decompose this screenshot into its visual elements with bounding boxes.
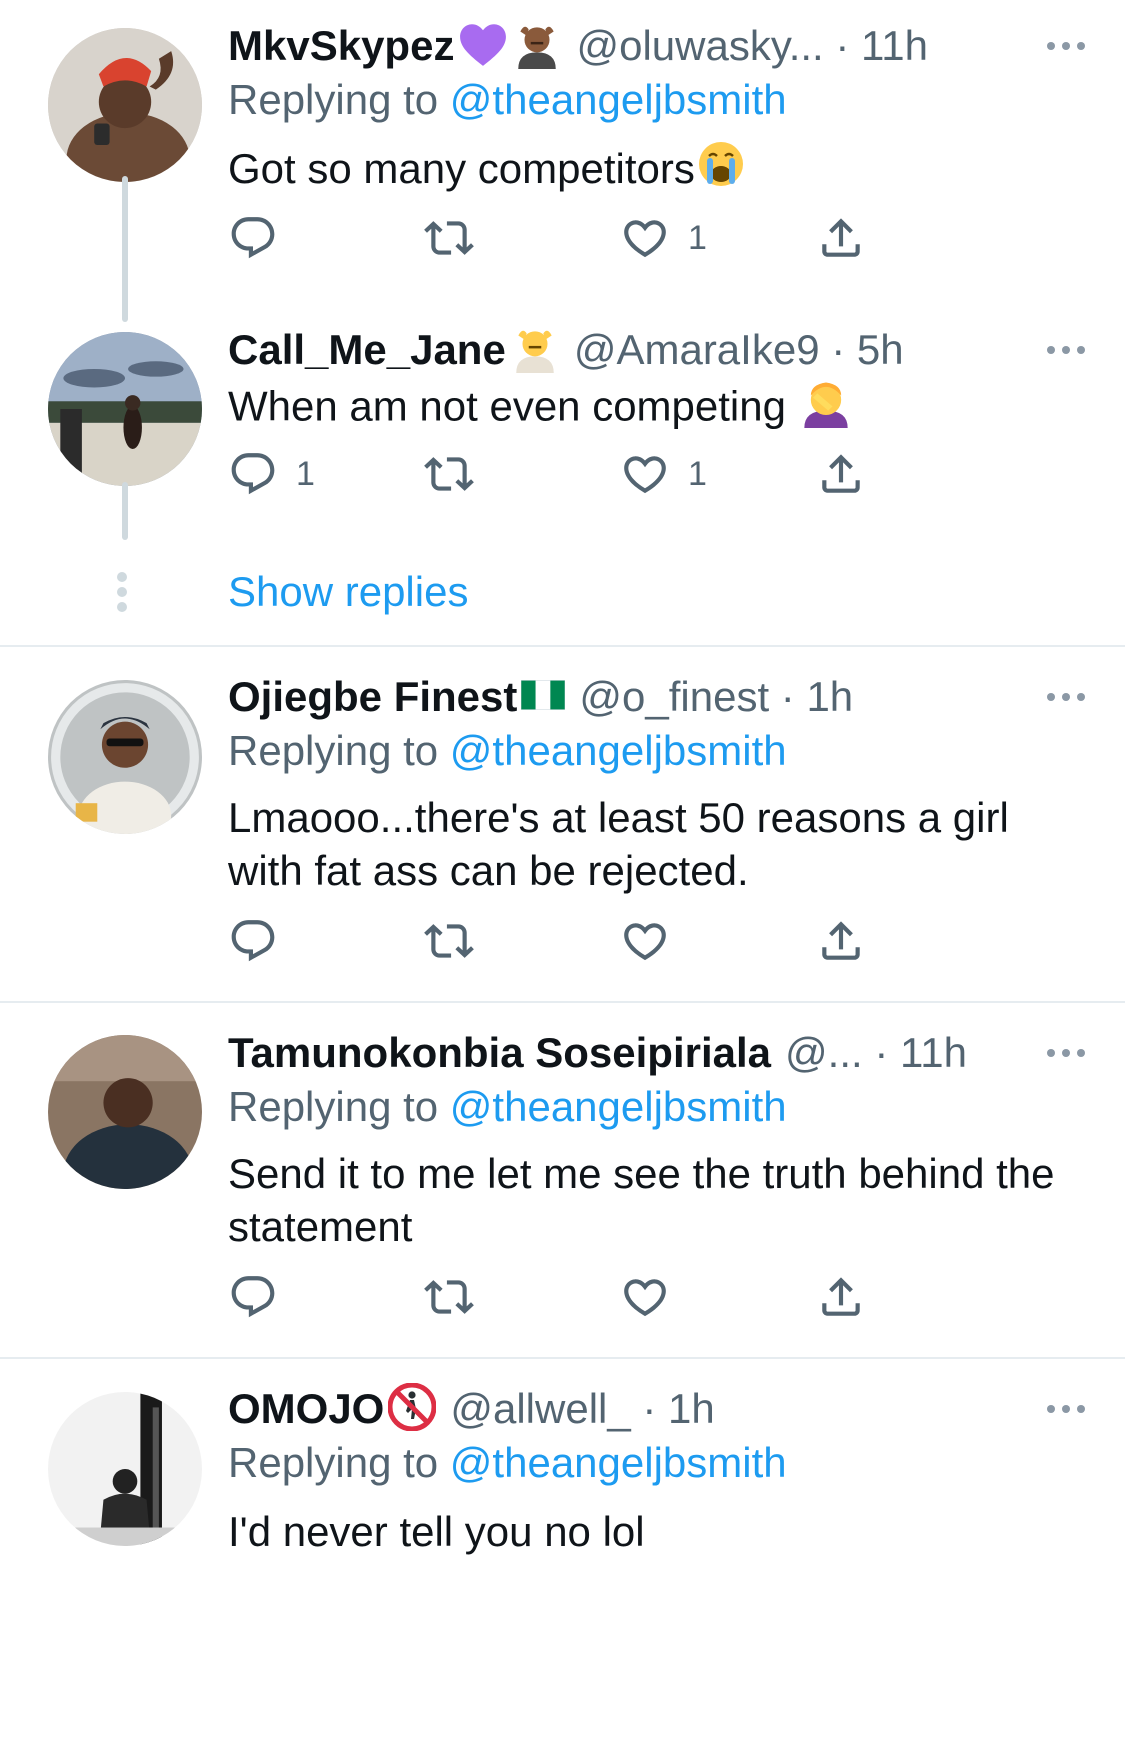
mention-link[interactable]: @theangeljbsmith	[450, 1439, 787, 1486]
retweet-icon	[424, 213, 474, 263]
share-icon	[816, 213, 866, 263]
display-name[interactable]: MkvSkypez	[228, 22, 454, 70]
more-icon[interactable]	[1047, 16, 1085, 76]
replying-to: Replying to @theangeljbsmith	[228, 1439, 787, 1487]
no-pedestrians-icon	[387, 1382, 437, 1436]
replying-to: Replying to @theangeljbsmith	[228, 76, 787, 124]
mention-link[interactable]: @theangeljbsmith	[450, 76, 787, 123]
like-icon	[620, 449, 670, 499]
display-name[interactable]: Call_Me_Jane	[228, 326, 506, 374]
like-button[interactable]: 1	[620, 444, 707, 504]
replying-prefix: Replying to	[228, 1083, 439, 1130]
display-name[interactable]: Ojiegbe Finest	[228, 673, 517, 721]
reply-button[interactable]	[228, 911, 278, 971]
avatar[interactable]	[48, 28, 202, 182]
like-count: 1	[688, 218, 707, 257]
tweet-text: I'd never tell you no lol	[228, 1508, 645, 1555]
show-replies-link[interactable]: Show replies	[228, 568, 468, 616]
like-button[interactable]	[620, 1267, 670, 1327]
replying-prefix: Replying to	[228, 727, 439, 774]
tweet[interactable]: MkvSkypez @oluwasky... · 11h Replying to…	[0, 0, 1125, 322]
retweet-icon	[424, 1272, 474, 1322]
reply-icon	[228, 449, 278, 499]
retweet-button[interactable]	[424, 444, 492, 504]
tweet-actions	[228, 1267, 948, 1327]
massage-woman-icon	[510, 323, 560, 378]
like-button[interactable]	[620, 911, 670, 971]
replying-to: Replying to @theangeljbsmith	[228, 1083, 787, 1131]
tweet-text: When am not even competing	[228, 376, 1088, 443]
tweet-text-content: Got so many competitors	[228, 145, 695, 192]
nigeria-flag-icon	[521, 679, 566, 716]
retweet-button[interactable]	[424, 911, 474, 971]
tweet-actions: 1	[228, 208, 948, 268]
more-icon[interactable]	[1047, 1023, 1085, 1083]
mention-link[interactable]: @theangeljbsmith	[450, 1083, 787, 1130]
like-button[interactable]: 1	[620, 208, 707, 268]
tweet-text: Lmaooo...there's at least 50 reasons a g…	[228, 794, 1009, 894]
share-button[interactable]	[816, 208, 866, 268]
avatar[interactable]	[48, 1035, 202, 1189]
tweet-actions: 1 1	[228, 444, 948, 504]
tweet[interactable]: Ojiegbe Finest @o_finest · 1h Replying t…	[0, 647, 1125, 1002]
more-icon[interactable]	[1047, 320, 1085, 380]
tweet[interactable]: Call_Me_Jane @AmaraIke9 · 5h When am not…	[0, 320, 1125, 646]
tweet-header: Call_Me_Jane @AmaraIke9 · 5h	[228, 320, 1085, 380]
handle-time[interactable]: @AmaraIke9 · 5h	[574, 326, 904, 374]
tweet-header: OMOJO @allwell_ · 1h	[228, 1379, 1085, 1439]
reply-button[interactable]: 1	[228, 444, 315, 504]
massage-man-icon	[512, 19, 562, 74]
avatar[interactable]	[48, 332, 202, 486]
like-icon	[620, 1272, 670, 1322]
replying-to: Replying to @theangeljbsmith	[228, 727, 787, 775]
tweet-header: Tamunokonbia Soseipiriala @... · 11h	[228, 1023, 1085, 1083]
tweet[interactable]: Tamunokonbia Soseipiriala @... · 11h Rep…	[0, 1003, 1125, 1357]
handle-time[interactable]: @... · 11h	[785, 1029, 967, 1077]
reply-count: 1	[296, 454, 315, 493]
display-name[interactable]: Tamunokonbia Soseipiriala	[228, 1029, 771, 1077]
purple-heart-icon	[458, 21, 508, 72]
thread-line	[122, 482, 128, 540]
thread-line	[122, 176, 128, 322]
replying-prefix: Replying to	[228, 1439, 439, 1486]
tweet-header: MkvSkypez @oluwasky... · 11h	[228, 16, 1085, 76]
share-button[interactable]	[816, 1267, 866, 1327]
reply-button[interactable]	[228, 1267, 278, 1327]
replying-prefix: Replying to	[228, 76, 439, 123]
retweet-icon	[424, 916, 474, 966]
avatar[interactable]	[48, 680, 202, 834]
mention-link[interactable]: @theangeljbsmith	[450, 727, 787, 774]
crying-face-icon	[697, 140, 745, 203]
facepalm-woman-icon	[800, 376, 852, 443]
display-name[interactable]: OMOJO	[228, 1385, 384, 1433]
retweet-button[interactable]	[424, 1267, 474, 1327]
tweet-actions	[228, 911, 948, 971]
tweet[interactable]: OMOJO @allwell_ · 1h Replying to @theang…	[0, 1359, 1125, 1740]
like-icon	[620, 916, 670, 966]
avatar[interactable]	[48, 1392, 202, 1546]
reply-icon	[228, 213, 278, 263]
retweet-icon	[424, 449, 474, 499]
retweet-button[interactable]	[424, 208, 492, 268]
share-button[interactable]	[816, 911, 866, 971]
tweet-text-content: When am not even competing	[228, 382, 786, 430]
like-count: 1	[688, 454, 707, 493]
like-icon	[620, 213, 670, 263]
reply-icon	[228, 1272, 278, 1322]
handle-time[interactable]: @allwell_ · 1h	[450, 1385, 714, 1433]
tweet-header: Ojiegbe Finest @o_finest · 1h	[228, 667, 1085, 727]
reply-icon	[228, 916, 278, 966]
share-icon	[816, 1272, 866, 1322]
share-icon	[816, 449, 866, 499]
tweet-text: Got so many competitors	[228, 140, 1088, 203]
tweet-text: Send it to me let me see the truth behin…	[228, 1150, 1055, 1250]
handle-time[interactable]: @o_finest · 1h	[579, 673, 853, 721]
share-icon	[816, 916, 866, 966]
reply-button[interactable]	[228, 208, 296, 268]
share-button[interactable]	[816, 444, 866, 504]
handle-time[interactable]: @oluwasky... · 11h	[576, 22, 928, 70]
more-icon[interactable]	[1047, 1379, 1085, 1439]
thread-more-dots	[117, 572, 127, 612]
more-icon[interactable]	[1047, 667, 1085, 727]
